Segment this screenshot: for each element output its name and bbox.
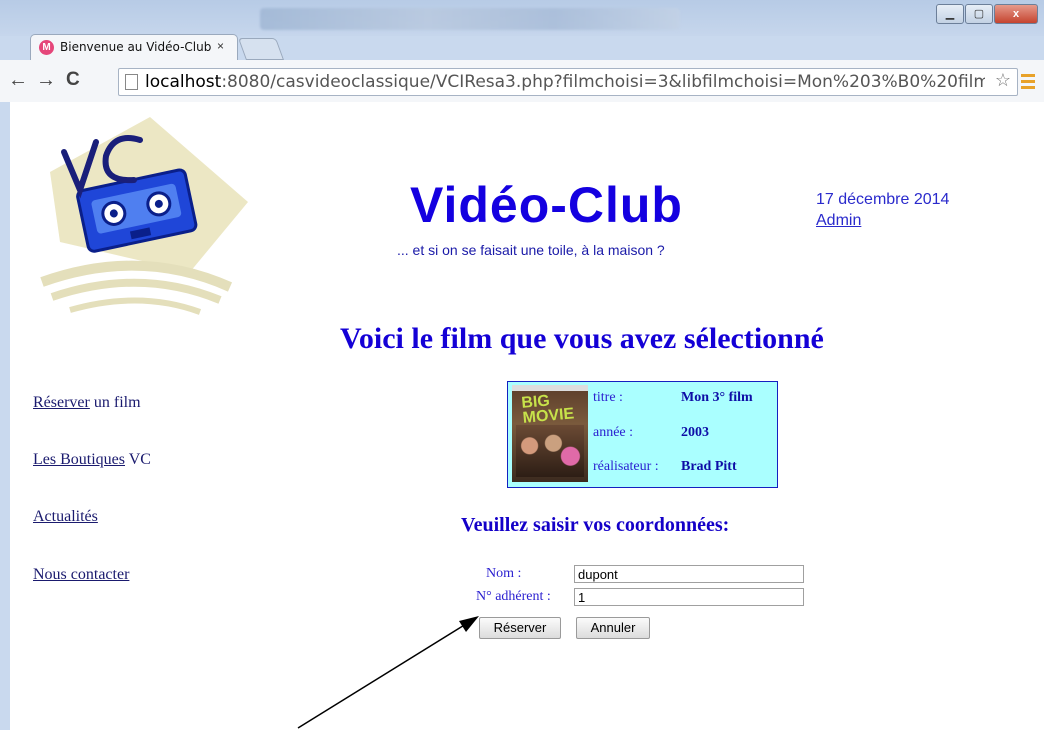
sidebar-item-suffix: un film xyxy=(89,394,141,411)
favicon-icon: M xyxy=(39,40,54,55)
reload-icon[interactable]: C xyxy=(66,69,80,91)
form-heading: Veuillez saisir vos coordonnées: xyxy=(461,514,730,536)
film-label: année : xyxy=(593,425,634,440)
tab-title: Bienvenue au Vidéo-Club xyxy=(60,40,212,54)
sidebar-item-actualites: Actualités xyxy=(33,508,98,526)
address-url: localhost:8080/casvideoclassique/VCIResa… xyxy=(145,72,985,92)
sidebar-item-suffix: VC xyxy=(125,451,151,468)
page-icon xyxy=(125,74,138,90)
web-page: Vidéo-Club ... et si on se faisait une t… xyxy=(10,102,1044,730)
annuler-button[interactable]: Annuler xyxy=(576,617,650,639)
sidebar-item-reserver: Réserver un film xyxy=(33,394,141,412)
sidebar-link-boutiques[interactable]: Les Boutiques xyxy=(33,451,125,468)
poster-image xyxy=(516,425,584,477)
adherent-label: N° adhérent : xyxy=(476,589,551,604)
address-bar[interactable]: localhost:8080/casvideoclassique/VCIResa… xyxy=(118,68,1018,96)
browser-chrome: M Bienvenue au Vidéo-Club × ▁ ▢ x ← → C … xyxy=(0,0,1044,103)
site-title: Vidéo-Club xyxy=(410,177,683,233)
site-tagline: ... et si on se faisait une toile, à la … xyxy=(397,242,665,258)
forward-icon[interactable]: → xyxy=(36,69,56,91)
video-club-logo xyxy=(40,117,248,315)
nom-input[interactable] xyxy=(574,565,804,583)
back-icon[interactable]: ← xyxy=(8,69,28,91)
maximize-button[interactable]: ▢ xyxy=(965,4,993,24)
close-window-button[interactable]: x xyxy=(994,4,1038,24)
film-label: titre : xyxy=(593,390,623,405)
bookmark-star-icon[interactable]: ☆ xyxy=(995,70,1011,91)
tab-close-icon[interactable]: × xyxy=(217,39,224,53)
window-frame-left xyxy=(0,102,10,730)
browser-tab[interactable]: M Bienvenue au Vidéo-Club × xyxy=(30,34,238,61)
background-tabs xyxy=(260,8,680,30)
sidebar-link-contact[interactable]: Nous contacter xyxy=(33,566,129,583)
film-poster: BIG MOVIE xyxy=(512,385,588,482)
adherent-input[interactable] xyxy=(574,588,804,606)
film-value: 2003 xyxy=(681,425,709,440)
current-date: 17 décembre 2014 xyxy=(816,191,950,208)
window-controls: ▁ ▢ x xyxy=(935,4,1038,26)
admin-link[interactable]: Admin xyxy=(816,212,861,230)
sidebar-link-actualites[interactable]: Actualités xyxy=(33,508,98,525)
sidebar-item-boutiques: Les Boutiques VC xyxy=(33,451,151,469)
sidebar-link-reserver[interactable]: Réserver xyxy=(33,394,90,411)
film-value: Brad Pitt xyxy=(681,459,737,474)
page-heading: Voici le film que vous avez sélectionné xyxy=(340,322,824,355)
film-value: Mon 3° film xyxy=(681,390,753,405)
menu-icon[interactable] xyxy=(1021,74,1035,92)
selected-film-card: BIG MOVIE titre : Mon 3° film année : 20… xyxy=(507,381,778,488)
address-path: :8080/casvideoclassique/VCIResa3.php?fil… xyxy=(221,72,985,92)
poster-title: BIG MOVIE xyxy=(520,392,575,427)
nom-label: Nom : xyxy=(486,566,522,581)
new-tab-button[interactable] xyxy=(237,38,285,60)
sidebar-item-contact: Nous contacter xyxy=(33,566,129,584)
film-label: réalisateur : xyxy=(593,459,659,474)
reserver-button[interactable]: Réserver xyxy=(479,617,561,639)
browser-toolbar: ← → C localhost:8080/casvideoclassique/V… xyxy=(0,60,1044,103)
address-host: localhost xyxy=(145,72,222,92)
minimize-button[interactable]: ▁ xyxy=(936,4,964,24)
